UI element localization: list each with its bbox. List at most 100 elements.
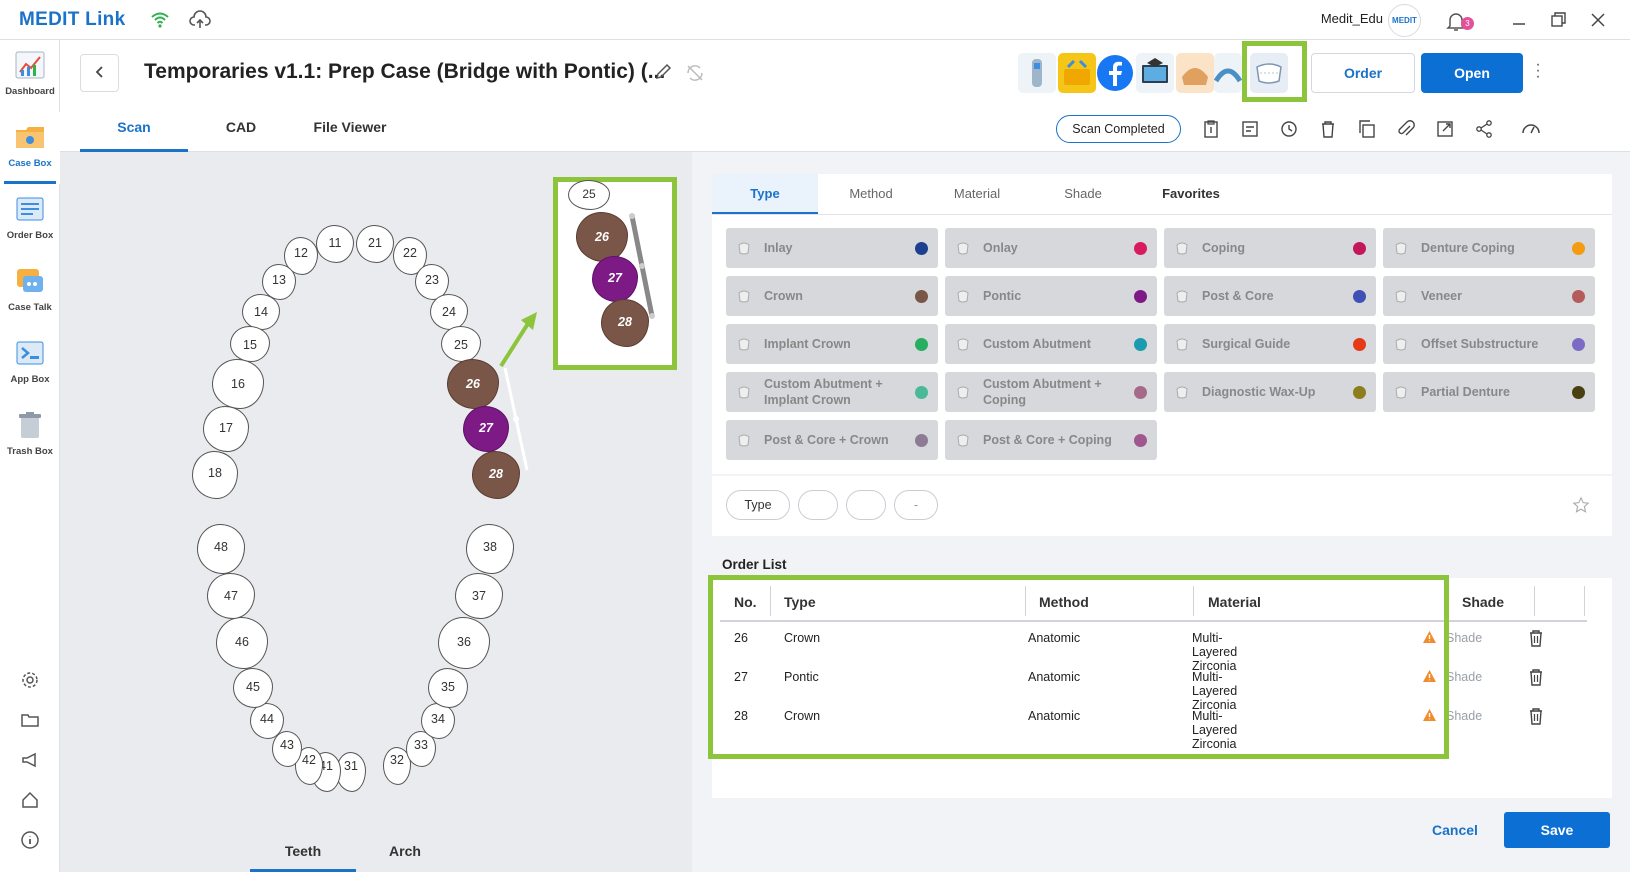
tab-shade[interactable]: Shade xyxy=(1030,174,1136,214)
cell-shade[interactable]: Shade xyxy=(1446,709,1482,723)
facebook-icon[interactable] xyxy=(1096,53,1134,93)
tooth-48[interactable]: 48 xyxy=(197,524,245,574)
type-card-diagnostic-wax-up[interactable]: Diagnostic Wax-Up xyxy=(1164,372,1376,412)
delete-row-icon[interactable] xyxy=(1528,668,1544,686)
speed-dial-icon[interactable] xyxy=(1520,118,1542,140)
info-icon[interactable] xyxy=(20,830,40,850)
sidebar-item-trash-box[interactable]: Trash Box xyxy=(0,400,60,472)
tab-favorites[interactable]: Favorites xyxy=(1136,174,1246,214)
app-orthodontic-icon[interactable] xyxy=(1250,53,1288,93)
tooth-26-selected[interactable]: 26 xyxy=(447,359,499,409)
restore-icon[interactable] xyxy=(1547,9,1569,31)
tooth-47[interactable]: 47 xyxy=(207,573,255,619)
minimize-icon[interactable] xyxy=(1508,9,1530,31)
share-icon[interactable] xyxy=(1473,118,1495,140)
save-button[interactable]: Save xyxy=(1504,812,1610,848)
tooth-35[interactable]: 35 xyxy=(428,668,468,708)
cancel-button[interactable]: Cancel xyxy=(1405,812,1505,848)
delete-icon[interactable] xyxy=(1317,118,1339,140)
chip-shade[interactable]: - xyxy=(894,490,938,520)
more-options-icon[interactable]: · · · xyxy=(1533,57,1543,85)
avatar[interactable]: MEDIT xyxy=(1388,4,1421,37)
settings-icon[interactable] xyxy=(20,670,40,690)
note-icon[interactable] xyxy=(1239,118,1261,140)
tab-cad[interactable]: CAD xyxy=(195,119,287,152)
type-card-coping[interactable]: Coping xyxy=(1164,228,1376,268)
delete-row-icon[interactable] xyxy=(1528,707,1544,725)
app-scan-icon[interactable] xyxy=(1018,53,1056,93)
type-card-custom-abutment[interactable]: Custom Abutment xyxy=(945,324,1157,364)
type-card-pontic[interactable]: Pontic xyxy=(945,276,1157,316)
tooth-37[interactable]: 37 xyxy=(455,573,503,619)
open-button[interactable]: Open xyxy=(1421,53,1523,93)
app-education-icon[interactable] xyxy=(1136,53,1174,93)
megaphone-icon[interactable] xyxy=(20,750,40,770)
sidebar-item-dashboard[interactable]: Dashboard xyxy=(0,40,60,112)
order-button[interactable]: Order xyxy=(1311,53,1415,93)
external-link-icon[interactable] xyxy=(1434,118,1456,140)
type-card-post-core-crown[interactable]: Post & Core + Crown xyxy=(726,420,938,460)
tooth-46[interactable]: 46 xyxy=(216,617,268,669)
tooth-25[interactable]: 25 xyxy=(441,326,481,362)
chip-material[interactable] xyxy=(846,490,886,520)
type-card-partial-denture[interactable]: Partial Denture xyxy=(1383,372,1595,412)
copy-icon[interactable] xyxy=(1356,118,1378,140)
tooth-15[interactable]: 15 xyxy=(230,326,270,362)
chip-method[interactable] xyxy=(798,490,838,520)
cell-shade[interactable]: Shade xyxy=(1446,670,1482,684)
delete-row-icon[interactable] xyxy=(1528,629,1544,647)
type-card-denture-coping[interactable]: Denture Coping xyxy=(1383,228,1595,268)
close-icon[interactable] xyxy=(1587,9,1609,31)
tab-arch[interactable]: Arch xyxy=(370,843,440,872)
tab-teeth[interactable]: Teeth xyxy=(250,843,356,872)
tooth-43[interactable]: 43 xyxy=(272,731,302,767)
type-card-inlay[interactable]: Inlay xyxy=(726,228,938,268)
app-model-icon[interactable] xyxy=(1176,53,1214,93)
tab-material[interactable]: Material xyxy=(924,174,1030,214)
type-card-post-core-coping[interactable]: Post & Core + Coping xyxy=(945,420,1157,460)
type-card-custom-abutment-coping[interactable]: Custom Abutment + Coping xyxy=(945,372,1157,412)
tooth-36[interactable]: 36 xyxy=(438,617,490,669)
tooth-24[interactable]: 24 xyxy=(430,294,468,330)
tooth-17[interactable]: 17 xyxy=(203,406,249,452)
cloud-upload-icon[interactable] xyxy=(189,9,211,31)
tooth-16[interactable]: 16 xyxy=(212,359,264,409)
tab-method[interactable]: Method xyxy=(818,174,924,214)
chip-type[interactable]: Type xyxy=(726,490,790,520)
tooth-11[interactable]: 11 xyxy=(316,225,354,263)
star-icon[interactable] xyxy=(1572,496,1590,514)
type-card-post-core[interactable]: Post & Core xyxy=(1164,276,1376,316)
clipboard-icon[interactable] xyxy=(1200,118,1222,140)
history-icon[interactable] xyxy=(1278,118,1300,140)
back-button[interactable] xyxy=(80,54,119,92)
sidebar-item-case-box[interactable]: Case Box xyxy=(0,112,60,184)
type-card-crown[interactable]: Crown xyxy=(726,276,938,316)
cell-shade[interactable]: Shade xyxy=(1446,631,1482,645)
type-card-surgical-guide[interactable]: Surgical Guide xyxy=(1164,324,1376,364)
tooth-21[interactable]: 21 xyxy=(356,225,394,263)
folder-icon[interactable] xyxy=(20,710,40,730)
tooth-18[interactable]: 18 xyxy=(192,451,238,499)
type-card-custom-abutment-implant-crown[interactable]: Custom Abutment + Implant Crown xyxy=(726,372,938,412)
type-card-veneer[interactable]: Veneer xyxy=(1383,276,1595,316)
tooth-44[interactable]: 44 xyxy=(250,703,284,739)
app-toolbox-icon[interactable] xyxy=(1058,53,1096,93)
sidebar-item-app-box[interactable]: App Box xyxy=(0,328,60,400)
user-name[interactable]: Medit_Edu xyxy=(1321,11,1383,26)
attach-icon[interactable] xyxy=(1395,118,1417,140)
sidebar-item-order-box[interactable]: Order Box xyxy=(0,184,60,256)
tooth-38[interactable]: 38 xyxy=(466,524,514,574)
type-card-onlay[interactable]: Onlay xyxy=(945,228,1157,268)
type-card-implant-crown[interactable]: Implant Crown xyxy=(726,324,938,364)
tab-file-viewer[interactable]: File Viewer xyxy=(300,119,400,152)
home-icon[interactable] xyxy=(20,790,40,810)
type-card-offset-substructure[interactable]: Offset Substructure xyxy=(1383,324,1595,364)
sidebar-item-case-talk[interactable]: Case Talk xyxy=(0,256,60,328)
tooth-34[interactable]: 34 xyxy=(421,703,455,739)
tab-type[interactable]: Type xyxy=(712,174,818,214)
app-splint-icon[interactable] xyxy=(1213,53,1243,93)
tooth-14[interactable]: 14 xyxy=(242,294,280,330)
edit-icon[interactable] xyxy=(653,62,673,82)
tooth-45[interactable]: 45 xyxy=(233,668,273,708)
tab-scan[interactable]: Scan xyxy=(80,119,188,152)
